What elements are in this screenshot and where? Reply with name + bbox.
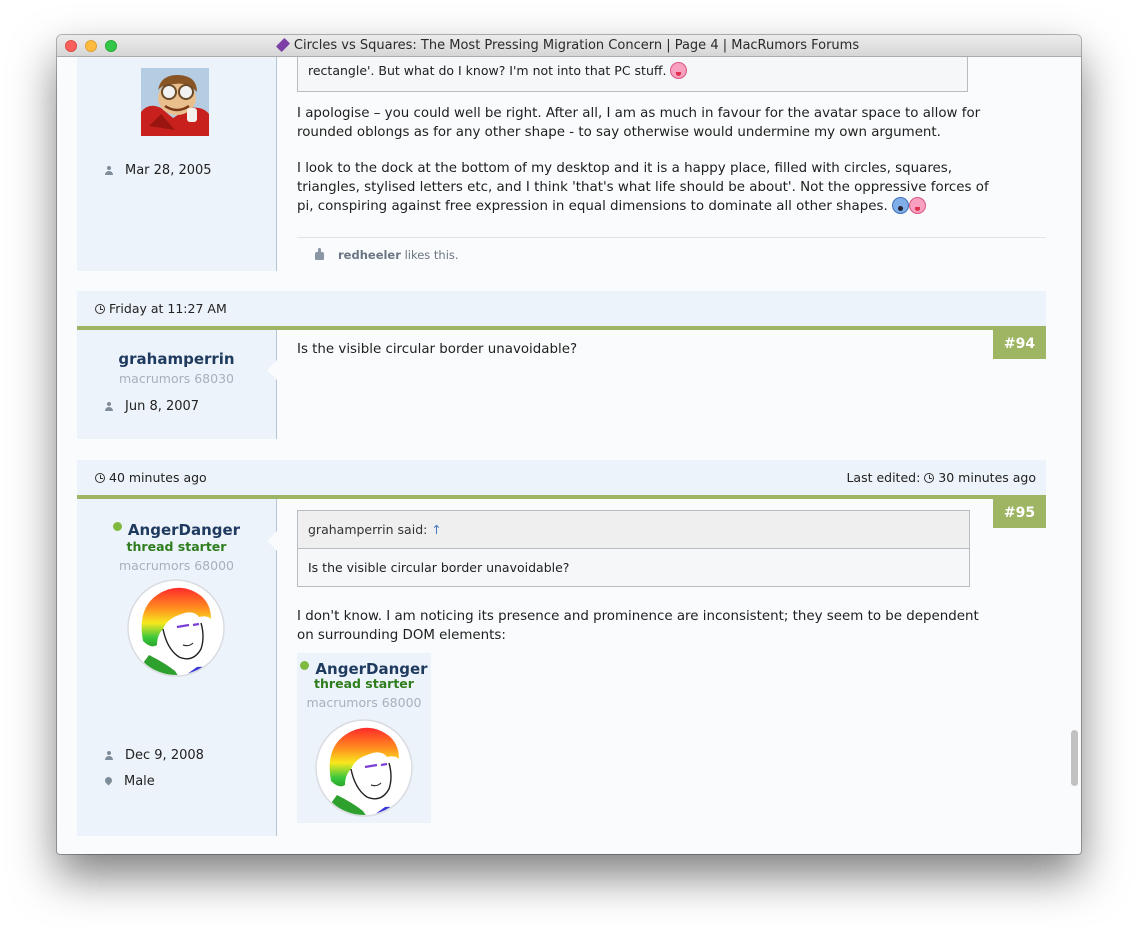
clock-icon bbox=[95, 304, 105, 314]
tongue-emoji-icon bbox=[909, 197, 926, 214]
online-status-icon bbox=[112, 522, 122, 531]
user-panel-94: grahamperrin macrumors 68030 Jun 8, 2007 bbox=[77, 330, 277, 439]
join-date: Dec 9, 2008 bbox=[125, 748, 204, 763]
join-date-row: Mar 28, 2005 bbox=[105, 163, 212, 178]
last-edited: Last edited: 30 minutes ago bbox=[846, 470, 1036, 485]
quote-block-prev: rectangle'. But what do I know? I'm not … bbox=[297, 57, 968, 92]
post-date[interactable]: Friday at 11:27 AM bbox=[109, 301, 227, 316]
post-date-bar-95: 40 minutes ago Last edited: 30 minutes a… bbox=[77, 460, 1046, 499]
embedded-user-card: AngerDanger thread starter macrumors 680… bbox=[297, 653, 431, 823]
user-panel-95: AngerDanger thread starter macrumors 680… bbox=[77, 499, 277, 836]
edited-time: 30 minutes ago bbox=[938, 470, 1036, 485]
quote-body: Is the visible circular border unavoidab… bbox=[308, 560, 570, 575]
user-panel-prev: Mar 28, 2005 bbox=[77, 57, 277, 271]
thread-starter-badge: thread starter bbox=[126, 539, 227, 554]
post-date-bar-94: Friday at 11:27 AM bbox=[77, 291, 1046, 330]
quote-header: grahamperrin said: ↑ bbox=[298, 511, 969, 549]
user-icon bbox=[105, 166, 113, 175]
window-title: Circles vs Squares: The Most Pressing Mi… bbox=[57, 37, 1081, 53]
join-date: Jun 8, 2007 bbox=[125, 399, 200, 414]
tongue-emoji-icon bbox=[670, 62, 688, 79]
user-rank: macrumors 68000 bbox=[119, 558, 234, 573]
message-text: I don't know. I am noticing its presence… bbox=[297, 609, 979, 643]
embedded-avatar bbox=[315, 719, 413, 817]
window-title-text: Circles vs Squares: The Most Pressing Mi… bbox=[293, 38, 860, 53]
quote-text-prev: rectangle'. But what do I know? I'm not … bbox=[308, 62, 688, 81]
message-95: #95 grahamperrin said: ↑ Is the visible … bbox=[277, 499, 1046, 836]
avatar[interactable] bbox=[127, 579, 225, 677]
join-date-row: Dec 9, 2008 bbox=[105, 748, 204, 763]
likes-suffix: likes this. bbox=[404, 248, 459, 262]
likes-bar: redheeler likes this. bbox=[297, 237, 1046, 270]
username[interactable]: grahamperrin bbox=[77, 350, 276, 368]
quote-author: grahamperrin said: bbox=[308, 522, 428, 537]
browser-window: Circles vs Squares: The Most Pressing Mi… bbox=[57, 35, 1081, 854]
quote-source-link[interactable]: ↑ bbox=[431, 522, 441, 537]
join-date: Mar 28, 2005 bbox=[125, 163, 212, 178]
message-paragraph-2: I look to the dock at the bottom of my d… bbox=[297, 161, 989, 214]
message-94: #94 Is the visible circular border unavo… bbox=[277, 330, 1046, 439]
clock-icon bbox=[95, 473, 105, 483]
quote-block: grahamperrin said: ↑ Is the visible circ… bbox=[297, 510, 970, 587]
embedded-user-rank: macrumors 68000 bbox=[306, 695, 422, 710]
message-paragraph-1: I apologise – you could well be right. A… bbox=[297, 106, 981, 140]
user-icon bbox=[105, 751, 113, 760]
online-status-icon bbox=[300, 661, 310, 670]
embedded-thread-starter-badge: thread starter bbox=[314, 676, 414, 691]
shocked-emoji-icon bbox=[892, 197, 909, 214]
join-date-row: Jun 8, 2007 bbox=[105, 399, 199, 414]
like-user-link[interactable]: redheeler bbox=[338, 248, 401, 262]
location-pin-icon bbox=[103, 775, 114, 786]
clock-icon bbox=[924, 473, 935, 483]
user-icon bbox=[105, 402, 113, 411]
page-tag-icon bbox=[275, 37, 290, 53]
message-prev: rectangle'. But what do I know? I'm not … bbox=[277, 57, 1046, 271]
post-date[interactable]: 40 minutes ago bbox=[109, 470, 207, 485]
post-number-94[interactable]: #94 bbox=[993, 330, 1046, 359]
like-icon bbox=[315, 248, 324, 260]
message-text: Is the visible circular border unavoidab… bbox=[297, 342, 578, 357]
post-number-95[interactable]: #95 bbox=[993, 499, 1046, 528]
user-rank: macrumors 68030 bbox=[119, 371, 234, 386]
avatar[interactable] bbox=[141, 68, 209, 136]
gender-row: Male bbox=[103, 774, 155, 789]
gender: Male bbox=[124, 774, 155, 789]
title-bar: Circles vs Squares: The Most Pressing Mi… bbox=[57, 35, 1081, 57]
page-content: Mar 28, 2005 rectangle'. But what do I k… bbox=[57, 57, 1081, 854]
vertical-scrollbar[interactable] bbox=[1071, 730, 1078, 786]
username[interactable]: AngerDanger bbox=[128, 521, 240, 539]
